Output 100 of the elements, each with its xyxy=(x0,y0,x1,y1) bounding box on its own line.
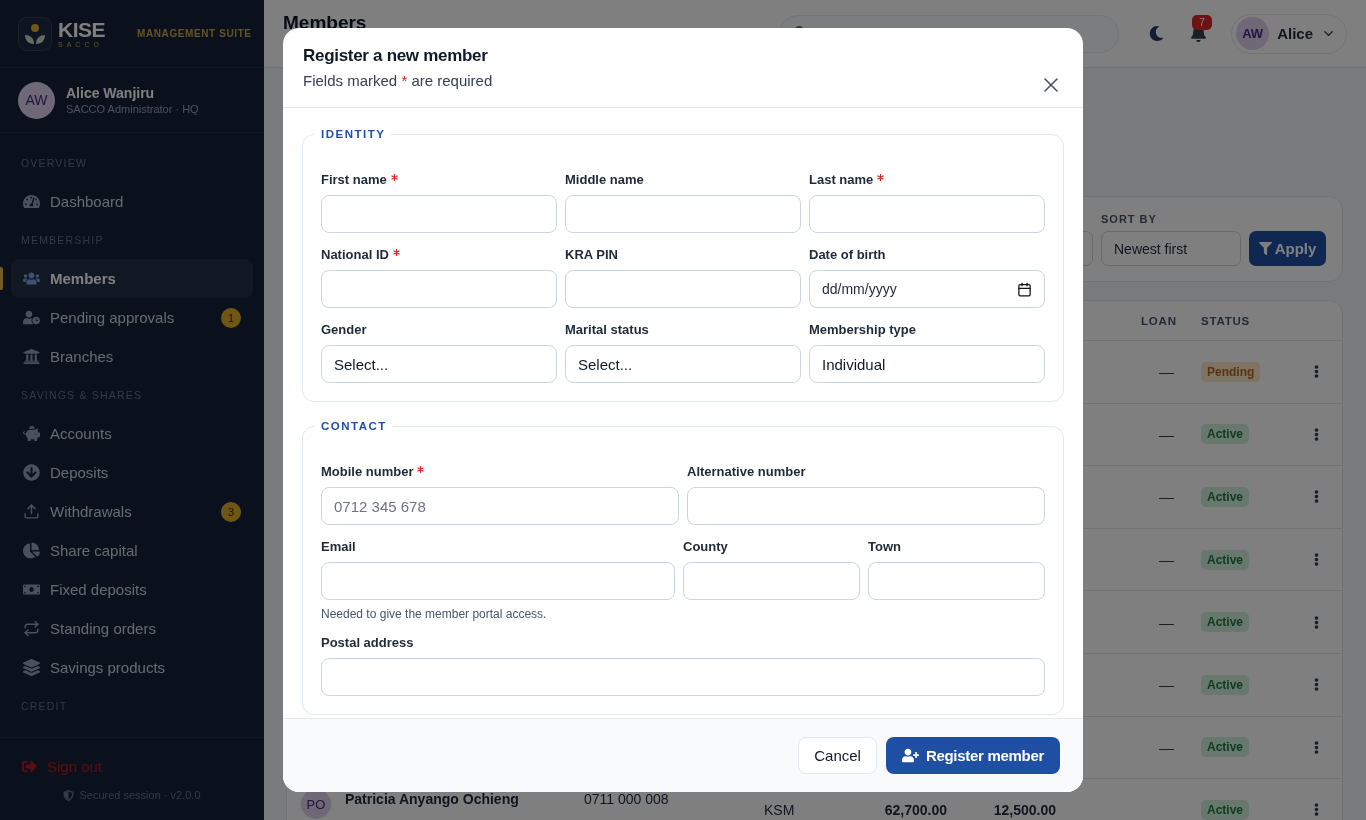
logo-icon xyxy=(18,16,52,51)
field-label: Date of birth xyxy=(809,247,886,262)
status-badge: Active xyxy=(1201,737,1250,758)
nav-item[interactable]: Accounts xyxy=(11,414,253,453)
loan-cell-text: — xyxy=(1158,613,1175,631)
piggy-bank-icon xyxy=(23,425,40,442)
shield-icon xyxy=(63,789,75,801)
user-name: Alice Wanjiru xyxy=(66,85,156,101)
input-field[interactable] xyxy=(321,195,557,233)
input-field[interactable]: 0712 345 678 xyxy=(321,487,679,525)
input-field[interactable] xyxy=(868,562,1045,600)
moon-icon xyxy=(1149,26,1165,41)
select-field[interactable]: Select... xyxy=(565,345,801,383)
asterisk-icon xyxy=(417,466,425,473)
sort-select[interactable]: Newest first xyxy=(1101,231,1241,266)
section-legend: CONTACT xyxy=(315,420,393,432)
status-badge: Pending xyxy=(1201,361,1261,382)
asterisk-icon xyxy=(392,249,400,256)
loan-cell-text: — xyxy=(1158,425,1175,443)
filter-icon xyxy=(1258,242,1272,255)
field-label: Middle name xyxy=(565,172,644,187)
count-badge: 1 xyxy=(221,307,241,328)
input-field[interactable] xyxy=(321,270,557,308)
suite-label: MANAGEMENT SUITE xyxy=(137,28,252,39)
nav-item[interactable]: Pending approvals 1 xyxy=(11,298,253,337)
count-badge: 3 xyxy=(221,501,241,522)
filter-label: SORT BY xyxy=(1101,213,1158,225)
field-label: Membership type xyxy=(809,322,916,337)
banknote-icon xyxy=(23,581,40,598)
upload-icon xyxy=(23,503,40,520)
cancel-button[interactable]: Cancel xyxy=(798,737,877,774)
input-field[interactable] xyxy=(565,270,801,308)
active-indicator xyxy=(0,267,3,290)
nav-item[interactable]: Withdrawals 3 xyxy=(11,492,253,531)
field-label: County xyxy=(683,539,728,554)
input-field[interactable] xyxy=(321,658,1045,696)
loan-cell-text: — xyxy=(1158,488,1175,506)
user-avatar: AW xyxy=(18,81,55,119)
asterisk-icon xyxy=(390,174,398,181)
nav-item[interactable]: Savings products xyxy=(11,648,253,687)
pie-chart-icon xyxy=(23,542,40,559)
brand-name: KISE xyxy=(58,19,105,40)
nav-item[interactable]: Standing orders xyxy=(11,609,253,648)
notifications-button[interactable]: 7 xyxy=(1186,13,1214,46)
loan-cell-text: — xyxy=(1158,676,1175,694)
phone-cell-text: 0711 000 008 xyxy=(584,790,670,808)
date-field[interactable]: dd/mm/yyyy xyxy=(809,270,1045,308)
input-field[interactable] xyxy=(683,562,860,600)
field-label: Postal address xyxy=(321,635,414,650)
field-hint: Needed to give the member portal access. xyxy=(321,607,548,621)
table-cell-text: KSM xyxy=(764,801,796,818)
field-label: National ID xyxy=(321,247,389,262)
input-field[interactable] xyxy=(687,487,1045,525)
input-field[interactable] xyxy=(565,195,801,233)
gauge-icon xyxy=(23,193,40,210)
apply-button[interactable]: Apply xyxy=(1249,231,1326,266)
table-cell-text: 62,700.00 xyxy=(883,801,947,818)
nav-item[interactable]: Branches xyxy=(11,337,253,376)
nav-item[interactable]: Deposits xyxy=(11,453,253,492)
table-cell-text: 12,500.00 xyxy=(992,801,1056,818)
status-badge: Active xyxy=(1201,424,1250,445)
field-label: Email xyxy=(321,539,356,554)
section-legend: IDENTITY xyxy=(315,128,392,140)
field-label: Mobile number xyxy=(321,464,414,479)
calendar-icon xyxy=(1017,281,1032,297)
column-header: LOAN xyxy=(1141,314,1178,327)
field-label: Town xyxy=(868,539,901,554)
repeat-icon xyxy=(23,620,40,637)
input-field[interactable] xyxy=(321,562,675,600)
field-label: First name xyxy=(321,172,387,187)
field-label: KRA PIN xyxy=(565,247,618,262)
loan-cell-text: — xyxy=(1158,551,1175,569)
user-role: SACCO Administrator · HQ xyxy=(66,103,199,115)
loan-cell-text: — xyxy=(1158,738,1175,756)
user-avatar: AW xyxy=(1236,17,1270,50)
layers-icon xyxy=(23,659,40,676)
field-label: Gender xyxy=(321,322,367,337)
column-header: STATUS xyxy=(1201,314,1252,327)
field-label: Alternative number xyxy=(687,464,806,479)
user-menu[interactable]: AW Alice xyxy=(1231,13,1347,54)
input-field[interactable] xyxy=(809,195,1045,233)
nav-item[interactable]: Share capital xyxy=(11,531,253,570)
dialog-title: Register a new member xyxy=(303,46,489,66)
people-icon xyxy=(23,270,40,287)
status-badge: Active xyxy=(1201,549,1250,570)
status-badge: Active xyxy=(1201,487,1250,507)
register-member-button[interactable]: Register member xyxy=(885,737,1060,774)
field-label: Marital status xyxy=(565,322,649,337)
select-field[interactable]: Individual xyxy=(809,345,1045,383)
nav-item[interactable]: Dashboard xyxy=(11,182,253,221)
loan-cell-text: — xyxy=(1158,363,1175,381)
select-field[interactable]: Select... xyxy=(321,345,557,383)
status-badge: Active xyxy=(1201,612,1250,633)
status-badge: Active xyxy=(1201,799,1250,820)
nav-item[interactable]: Fixed deposits xyxy=(11,570,253,609)
dialog-subtitle: Fields marked * are required xyxy=(303,72,493,89)
sign-out-icon xyxy=(22,759,37,774)
member-name: Patricia Anyango Ochieng xyxy=(345,790,519,808)
status-badge: Active xyxy=(1201,674,1250,695)
asterisk-icon xyxy=(877,174,885,181)
